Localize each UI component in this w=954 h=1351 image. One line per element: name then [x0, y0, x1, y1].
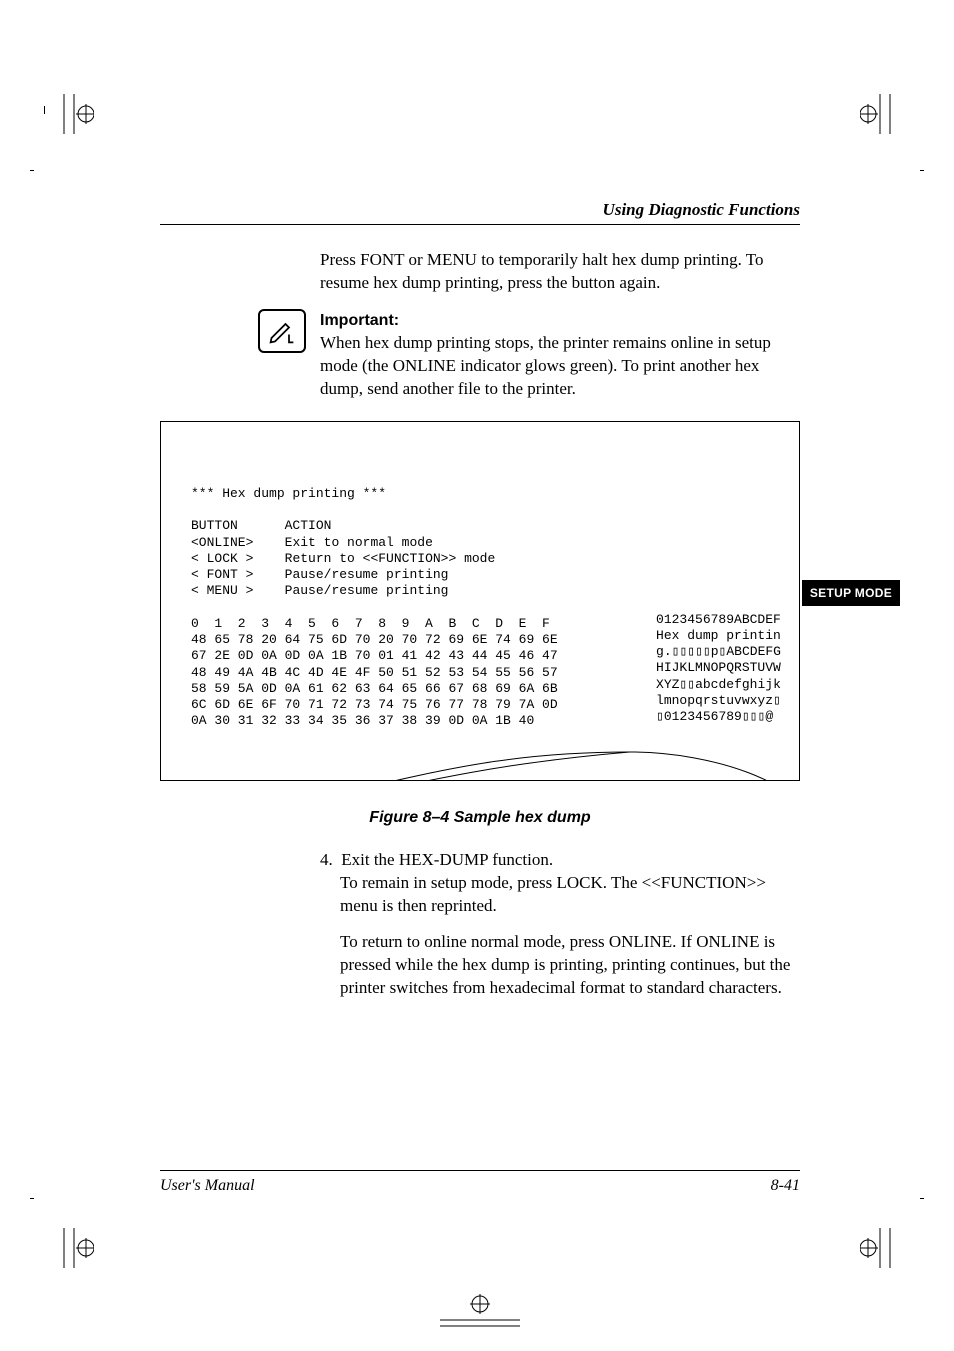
- crop-mark-bottom-center: [440, 1292, 520, 1332]
- hex-row-1: 67 2E 0D 0A 0D 0A 1B 70 01 41 42 43 44 4…: [191, 648, 558, 663]
- step-para-2: To return to online normal mode, press O…: [340, 931, 800, 1000]
- crop-mark-bottom-right: [860, 1228, 940, 1268]
- printout-title: *** Hex dump printing ***: [191, 486, 386, 501]
- row-font-act: Pause/resume printing: [285, 567, 449, 582]
- pen-note-icon: [258, 309, 306, 353]
- step-lead: Exit the HEX-DUMP function.: [341, 850, 553, 869]
- page-footer: User's Manual 8-41: [160, 1170, 800, 1195]
- crop-mark-top-left: [14, 94, 94, 134]
- row-menu-act: Pause/resume printing: [285, 583, 449, 598]
- crop-mark-bottom-left: [14, 1228, 94, 1268]
- row-online-btn: <ONLINE>: [191, 535, 253, 550]
- row-menu-btn: < MENU >: [191, 583, 253, 598]
- crop-mark-top-right: [860, 94, 940, 134]
- footer-rule: [160, 1170, 800, 1171]
- side-tab-setup-mode: SETUP MODE: [802, 580, 900, 606]
- th-action: ACTION: [285, 518, 332, 533]
- important-label: Important:: [320, 312, 399, 329]
- important-body: When hex dump printing stops, the printe…: [320, 333, 771, 398]
- footer-left: User's Manual: [160, 1177, 255, 1195]
- row-lock-act: Return to <<FUNCTION>> mode: [285, 551, 496, 566]
- ascii-row-5: lmnopqrstuvwxyz▯: [656, 693, 781, 708]
- dot: [920, 1198, 924, 1199]
- dot: [920, 170, 924, 171]
- step-number: 4.: [320, 850, 333, 869]
- step-4: 4. Exit the HEX-DUMP function. To remain…: [320, 849, 800, 1001]
- dot: [30, 170, 34, 171]
- row-online-act: Exit to normal mode: [285, 535, 433, 550]
- intro-paragraph: Press FONT or MENU to temporarily halt h…: [320, 249, 800, 295]
- figure-caption: Figure 8–4 Sample hex dump: [160, 809, 800, 827]
- crop-tick: [44, 106, 45, 114]
- row-lock-btn: < LOCK >: [191, 551, 253, 566]
- hex-header: 0 1 2 3 4 5 6 7 8 9 A B C D E F: [191, 616, 550, 631]
- hex-row-3: 58 59 5A 0D 0A 61 62 63 64 65 66 67 68 6…: [191, 681, 558, 696]
- intro-text: Press FONT or MENU to temporarily halt h…: [320, 249, 800, 295]
- hex-dump-printout: *** Hex dump printing *** BUTTON ACTION …: [160, 421, 800, 781]
- header-rule: [160, 224, 800, 225]
- ascii-column: 0123456789ABCDEF Hex dump printin g.▯▯▯▯…: [656, 612, 781, 726]
- ascii-row-1: Hex dump printin: [656, 628, 781, 643]
- th-button: BUTTON: [191, 518, 238, 533]
- ascii-row-0: 0123456789ABCDEF: [656, 612, 781, 627]
- ascii-row-3: HIJKLMNOPQRSTUVW: [656, 660, 781, 675]
- important-note: Important: When hex dump printing stops,…: [320, 309, 800, 401]
- ascii-row-4: XYZ▯▯abcdefghijk: [656, 677, 781, 692]
- step-para-1: To remain in setup mode, press LOCK. The…: [340, 872, 800, 918]
- dot: [30, 1198, 34, 1199]
- footer-right: 8-41: [771, 1177, 800, 1195]
- row-font-btn: < FONT >: [191, 567, 253, 582]
- hex-row-2: 48 49 4A 4B 4C 4D 4E 4F 50 51 52 53 54 5…: [191, 665, 558, 680]
- hex-row-0: 48 65 78 20 64 75 6D 70 20 70 72 69 6E 7…: [191, 632, 558, 647]
- running-head: Using Diagnostic Functions: [160, 200, 800, 220]
- page-content: Using Diagnostic Functions Press FONT or…: [160, 200, 800, 1014]
- ascii-row-2: g.▯▯▯▯▯p▯ABCDEFG: [656, 644, 781, 659]
- page-curl: [161, 710, 799, 780]
